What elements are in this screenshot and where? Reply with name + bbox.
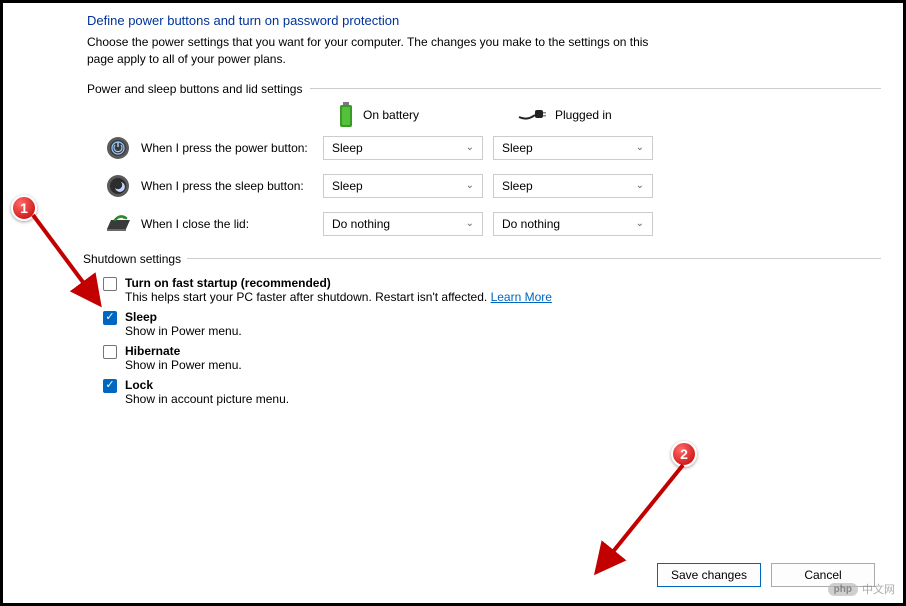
row-power-button-label: When I press the power button:: [133, 141, 323, 155]
hibernate-title: Hibernate: [125, 344, 242, 358]
chevron-down-icon: ⌄: [466, 218, 474, 229]
close-lid-plugged-select[interactable]: Do nothing ⌄: [493, 212, 653, 236]
fast-startup-sub-text: This helps start your PC faster after sh…: [125, 290, 491, 304]
watermark-text: 中文网: [862, 581, 895, 597]
annotation-badge-2: 2: [671, 441, 697, 467]
close-lid-battery-value: Do nothing: [332, 217, 390, 231]
option-lock: Lock Show in account picture menu.: [103, 378, 881, 406]
close-lid-battery-select[interactable]: Do nothing ⌄: [323, 212, 483, 236]
section-shutdown-settings: Shutdown settings: [83, 252, 881, 266]
chevron-down-icon: ⌄: [636, 180, 644, 191]
page-title: Define power buttons and turn on passwor…: [87, 13, 881, 28]
lock-title: Lock: [125, 378, 289, 392]
divider: [310, 88, 881, 89]
shutdown-section-label: Shutdown settings: [83, 252, 181, 266]
hibernate-sub: Show in Power menu.: [125, 358, 242, 372]
page-description: Choose the power settings that you want …: [87, 34, 657, 68]
row-sleep-button-label: When I press the sleep button:: [133, 179, 323, 193]
option-hibernate: Hibernate Show in Power menu.: [103, 344, 881, 372]
divider: [187, 258, 881, 259]
sleep-button-battery-select[interactable]: Sleep ⌄: [323, 174, 483, 198]
save-changes-button[interactable]: Save changes: [657, 563, 761, 587]
sleep-checkbox[interactable]: [103, 311, 117, 325]
sleep-button-plugged-select[interactable]: Sleep ⌄: [493, 174, 653, 198]
learn-more-link[interactable]: Learn More: [491, 290, 552, 304]
fast-startup-checkbox[interactable]: [103, 277, 117, 291]
power-button-icon: [103, 136, 133, 160]
annotation-badge-1: 1: [11, 195, 37, 221]
row-close-lid: When I close the lid: Do nothing ⌄ Do not…: [87, 212, 881, 236]
sleep-title: Sleep: [125, 310, 242, 324]
column-on-battery: On battery: [337, 102, 517, 128]
chevron-down-icon: ⌄: [636, 218, 644, 229]
section-power-sleep-lid: Power and sleep buttons and lid settings: [87, 82, 881, 96]
row-sleep-button: When I press the sleep button: Sleep ⌄ Sl…: [87, 174, 881, 198]
row-close-lid-label: When I close the lid:: [133, 217, 323, 231]
power-button-battery-value: Sleep: [332, 141, 363, 155]
watermark-pill: php: [828, 583, 858, 596]
row-power-button: When I press the power button: Sleep ⌄ Sl…: [87, 136, 881, 160]
lock-sub: Show in account picture menu.: [125, 392, 289, 406]
fast-startup-sub: This helps start your PC faster after sh…: [125, 290, 552, 304]
section-label-text: Power and sleep buttons and lid settings: [87, 82, 302, 96]
power-button-battery-select[interactable]: Sleep ⌄: [323, 136, 483, 160]
power-button-plugged-select[interactable]: Sleep ⌄: [493, 136, 653, 160]
close-lid-plugged-value: Do nothing: [502, 217, 560, 231]
sleep-button-icon: [103, 174, 133, 198]
chevron-down-icon: ⌄: [466, 180, 474, 191]
lock-checkbox[interactable]: [103, 379, 117, 393]
column-plugged-in: Plugged in: [517, 102, 697, 128]
power-button-plugged-value: Sleep: [502, 141, 533, 155]
fast-startup-title: Turn on fast startup (recommended): [125, 276, 552, 290]
sleep-sub: Show in Power menu.: [125, 324, 242, 338]
chevron-down-icon: ⌄: [636, 142, 644, 153]
battery-icon: [337, 102, 355, 128]
column-plugged-in-label: Plugged in: [555, 108, 612, 122]
lid-icon: [103, 214, 133, 234]
sleep-button-battery-value: Sleep: [332, 179, 363, 193]
annotation-arrow-2: [591, 459, 691, 579]
option-sleep: Sleep Show in Power menu.: [103, 310, 881, 338]
plug-icon: [517, 107, 547, 123]
option-fast-startup: Turn on fast startup (recommended) This …: [103, 276, 881, 304]
chevron-down-icon: ⌄: [466, 142, 474, 153]
hibernate-checkbox[interactable]: [103, 345, 117, 359]
sleep-button-plugged-value: Sleep: [502, 179, 533, 193]
watermark: php 中文网: [828, 581, 895, 597]
column-on-battery-label: On battery: [363, 108, 419, 122]
